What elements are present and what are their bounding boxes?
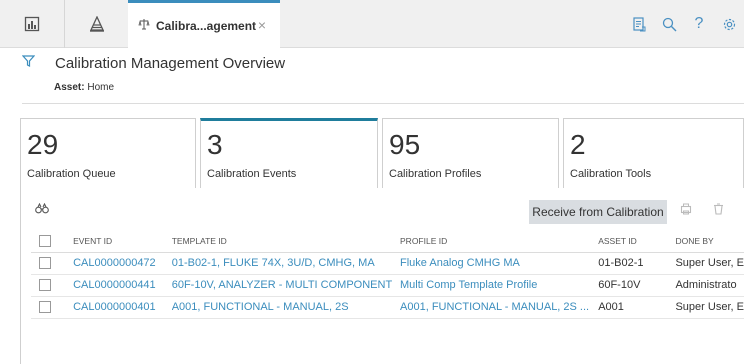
column-header-profile-id[interactable]: PROFILE ID bbox=[400, 230, 599, 253]
tab-calibration-management[interactable]: Calibra...agement × bbox=[128, 0, 280, 49]
card-count: 2 bbox=[570, 129, 586, 160]
delete-icon[interactable] bbox=[713, 203, 724, 218]
asset-id-cell: 60F-10V bbox=[598, 274, 676, 297]
help-icon[interactable]: ? bbox=[684, 15, 714, 33]
select-all-cell bbox=[31, 230, 74, 253]
tab-label: Calibra...agement bbox=[156, 19, 257, 33]
column-header-event-id[interactable]: EVENT ID bbox=[73, 230, 172, 253]
card-count: 95 bbox=[389, 129, 421, 160]
summary-cards: 29 Calibration Queue 3 Calibration Event… bbox=[20, 118, 744, 188]
document-icon[interactable] bbox=[624, 16, 654, 32]
scale-icon bbox=[138, 17, 150, 35]
done-by-cell: Administrato bbox=[675, 274, 744, 297]
card-count: 3 bbox=[207, 129, 223, 160]
card-label: Calibration Tools bbox=[570, 168, 652, 180]
close-icon[interactable]: × bbox=[258, 17, 266, 33]
binoculars-icon[interactable] bbox=[35, 202, 49, 217]
table-row[interactable]: CAL0000000472 01-B02-1, FLUKE 74X, 3U/D,… bbox=[31, 252, 744, 275]
asset-label: Asset: bbox=[54, 82, 85, 93]
event-id-link[interactable]: CAL0000000472 bbox=[73, 252, 172, 275]
dashboard-icon[interactable] bbox=[0, 0, 64, 48]
row-select-cell bbox=[31, 274, 74, 297]
column-header-asset-id[interactable]: ASSET ID bbox=[598, 230, 676, 253]
template-id-link[interactable]: 01-B02-1, FLUKE 74X, 3U/D, CMHG, MA bbox=[171, 252, 401, 275]
profile-id-link[interactable]: Multi Comp Template Profile bbox=[400, 274, 599, 297]
grid-toolbar: Receive from Calibration bbox=[21, 200, 744, 224]
row-checkbox[interactable] bbox=[39, 301, 51, 314]
table-row[interactable]: CAL0000000401 A001, FUNCTIONAL - MANUAL,… bbox=[31, 296, 744, 319]
settings-icon[interactable] bbox=[714, 17, 744, 32]
row-select-cell bbox=[31, 296, 74, 319]
profile-id-link[interactable]: Fluke Analog CMHG MA bbox=[400, 252, 599, 275]
asset-hierarchy-icon[interactable] bbox=[65, 0, 128, 48]
row-checkbox[interactable] bbox=[39, 279, 51, 292]
select-all-checkbox[interactable] bbox=[39, 234, 51, 247]
row-select-cell bbox=[31, 252, 74, 275]
done-by-cell: Super User, E bbox=[675, 252, 744, 275]
card-calibration-tools[interactable]: 2 Calibration Tools bbox=[563, 118, 744, 188]
template-id-link[interactable]: 60F-10V, ANALYZER - MULTI COMPONENT bbox=[171, 274, 401, 297]
table-header-row: EVENT ID TEMPLATE ID PROFILE ID ASSET ID… bbox=[31, 230, 744, 253]
search-icon[interactable] bbox=[654, 17, 684, 32]
receive-from-calibration-button[interactable]: Receive from Calibration bbox=[529, 200, 667, 224]
filter-icon[interactable] bbox=[21, 54, 36, 72]
asset-id-cell: 01-B02-1 bbox=[598, 252, 676, 275]
card-count: 29 bbox=[27, 129, 59, 160]
copy-icon[interactable] bbox=[680, 203, 692, 218]
global-actions: ? bbox=[624, 0, 744, 48]
card-calibration-profiles[interactable]: 95 Calibration Profiles bbox=[382, 118, 559, 188]
events-grid-panel: Receive from Calibration EVENT ID TEMPLA… bbox=[20, 188, 744, 364]
card-label: Calibration Events bbox=[207, 168, 297, 180]
asset-context: Asset: Home bbox=[54, 82, 114, 93]
row-checkbox[interactable] bbox=[39, 257, 51, 270]
event-id-link[interactable]: CAL0000000441 bbox=[73, 274, 172, 297]
column-header-template-id[interactable]: TEMPLATE ID bbox=[171, 230, 401, 253]
card-label: Calibration Profiles bbox=[389, 168, 482, 180]
card-calibration-queue[interactable]: 29 Calibration Queue bbox=[20, 118, 196, 188]
event-id-link[interactable]: CAL0000000401 bbox=[73, 296, 172, 319]
calibration-events-table: EVENT ID TEMPLATE ID PROFILE ID ASSET ID… bbox=[31, 230, 744, 319]
done-by-cell: Super User, E bbox=[675, 296, 744, 319]
column-header-done-by[interactable]: DONE BY bbox=[675, 230, 744, 253]
page-header: Calibration Management Overview bbox=[21, 54, 286, 72]
asset-value: Home bbox=[87, 82, 115, 93]
profile-id-link[interactable]: A001, FUNCTIONAL - MANUAL, 2S ... bbox=[400, 296, 599, 319]
card-label: Calibration Queue bbox=[27, 168, 116, 180]
table-row[interactable]: CAL0000000441 60F-10V, ANALYZER - MULTI … bbox=[31, 274, 744, 297]
header-divider bbox=[22, 103, 744, 104]
template-id-link[interactable]: A001, FUNCTIONAL - MANUAL, 2S bbox=[171, 296, 401, 319]
top-tab-bar: Calibra...agement × ? bbox=[0, 0, 744, 49]
page-title: Calibration Management Overview bbox=[55, 54, 286, 72]
asset-id-cell: A001 bbox=[598, 296, 676, 319]
card-calibration-events[interactable]: 3 Calibration Events bbox=[200, 118, 378, 188]
